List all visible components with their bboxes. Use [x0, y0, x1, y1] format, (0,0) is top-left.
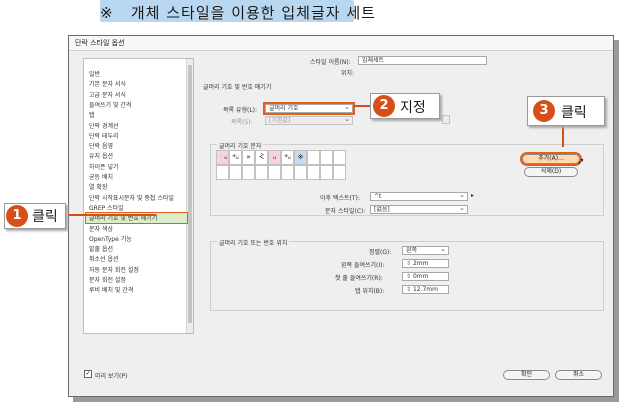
sidebar-item[interactable]: 열 확장 — [89, 182, 107, 192]
sidebar-item[interactable]: OpenType 기능 — [89, 234, 132, 244]
dialog-title: 단락 스타일 옵션 — [75, 39, 125, 47]
sidebar-item[interactable]: 들여쓰기 및 간격 — [89, 100, 131, 110]
category-scrollbar[interactable] — [186, 59, 193, 333]
section-title: 글머리 기호 및 번호 매기기 — [203, 84, 272, 91]
bullet-glyph-cell[interactable]: ᵤ — [268, 150, 281, 165]
callout2-number: 2 — [373, 95, 395, 117]
sidebar-item[interactable]: 단락 경계선 — [89, 121, 119, 131]
add-button[interactable]: 추가(A)... — [520, 152, 582, 166]
banner-text: ※ 개체 스타일을 이용한 입체글자 세트 — [100, 4, 376, 22]
after-text-input[interactable]: ^t — [370, 192, 468, 201]
callout1-number: 1 — [6, 205, 28, 227]
sidebar-item[interactable]: 밑줄 옵션 — [89, 244, 113, 254]
scroll-thumb[interactable] — [188, 65, 192, 323]
bullet-glyph-cell[interactable] — [255, 165, 268, 180]
sidebar-item[interactable]: 단락 시작표시문자 및 중첩 스타일 — [89, 193, 174, 203]
tab-pos-input[interactable]: ⇕ 12.7mm — [402, 285, 449, 294]
bullet-glyph-cell[interactable] — [333, 165, 346, 180]
sidebar-item[interactable]: 단락 음영 — [89, 141, 113, 151]
bullet-char-title: 글머리 기호 문자 — [217, 141, 264, 150]
sidebar-item[interactable]: 루비 배치 및 간격 — [89, 285, 133, 295]
sidebar-item[interactable]: 균등 배치 — [89, 172, 113, 182]
align-label: 정렬(G): — [369, 249, 392, 256]
sidebar-item[interactable]: 취소선 옵션 — [89, 254, 119, 264]
list-extra-field — [442, 115, 450, 124]
sidebar-item[interactable]: 유지 옵션 — [89, 151, 113, 161]
bullet-glyph-cell[interactable]: ᆞᵤ — [216, 150, 229, 165]
sidebar-item[interactable]: 고급 문자 서식 — [89, 90, 126, 100]
cancel-button[interactable]: 취소 — [555, 370, 602, 380]
sidebar-item[interactable]: 탭 — [89, 110, 95, 120]
char-style-dropdown[interactable]: [없음] — [370, 205, 468, 214]
tab-pos-value: 12.7mm — [412, 286, 438, 293]
after-text-label: 이후 텍스트(T): — [320, 195, 360, 202]
first-line-label: 첫 줄 들여쓰기(R): — [335, 275, 383, 282]
bullet-glyph-cell[interactable] — [281, 165, 294, 180]
list-label: 목록(S): — [231, 119, 253, 126]
style-name-label: 스타일 이름(N): — [310, 59, 351, 66]
dialog-titlebar: 단락 스타일 옵션 — [69, 36, 613, 51]
title-banner: ※ 개체 스타일을 이용한 입체글자 세트 — [100, 0, 376, 22]
bullet-glyph-cell[interactable] — [242, 165, 255, 180]
first-line-input[interactable]: ⇕ 0mm — [402, 272, 449, 281]
first-line-value: 0mm — [412, 273, 429, 280]
delete-button[interactable]: 삭제(D) — [524, 167, 578, 177]
list-dropdown[interactable]: [기본값] — [265, 116, 353, 125]
position-title: 글머리 기호 또는 번호 위치 — [217, 238, 290, 247]
callout3-connector — [562, 125, 564, 147]
bullet-glyph-cell[interactable] — [307, 150, 320, 165]
callout3-number: 3 — [533, 100, 555, 122]
bullet-glyph-cell[interactable] — [216, 165, 229, 180]
bullet-glyph-cell[interactable] — [320, 150, 333, 165]
sidebar-item[interactable]: 일반 — [89, 69, 100, 79]
callout1-connector — [68, 214, 156, 216]
bullet-glyph-cell[interactable] — [268, 165, 281, 180]
bullet-glyph-cell[interactable]: ※ — [294, 150, 307, 165]
bullet-glyph-cell[interactable] — [307, 165, 320, 180]
bullet-glyph-cell[interactable] — [294, 165, 307, 180]
location-label: 위치: — [341, 70, 355, 77]
bullet-glyph-cell[interactable]: » — [242, 150, 255, 165]
tab-pos-label: 탭 위치(B): — [355, 288, 385, 295]
sidebar-item[interactable]: 문자 회전 설정 — [89, 275, 126, 285]
sidebar-item[interactable]: 단락 테두리 — [89, 131, 119, 141]
char-style-label: 문자 스타일(C): — [325, 208, 366, 215]
preview-checkbox[interactable]: ✓ — [84, 370, 92, 378]
arrow-right-icon: ▸ — [471, 192, 475, 199]
left-indent-input[interactable]: ⇕ 2mm — [402, 259, 449, 268]
sidebar-item[interactable]: 문자 색상 — [89, 224, 113, 234]
preview-label: 미리 보기(P) — [95, 373, 128, 380]
sidebar-item[interactable]: GREP 스타일 — [89, 203, 124, 213]
callout1-text: 클릭 — [32, 209, 58, 225]
callout2-text: 지정 — [400, 100, 426, 116]
bullet-glyph-cell[interactable]: *ᵤ — [281, 150, 294, 165]
category-list[interactable]: 일반 기본 문자 서식 고급 문자 서식 들여쓰기 및 간격 탭 단락 경계선 단락 테두리… — [83, 58, 194, 334]
left-indent-label: 왼쪽 들여쓰기(I): — [341, 262, 385, 269]
sidebar-item[interactable]: 자동 문자 회전 설정 — [89, 265, 139, 275]
bullet-glyph-cell[interactable]: *ᵤ — [229, 150, 242, 165]
list-type-dropdown[interactable]: 글머리 기호 — [263, 102, 355, 115]
bullet-glyph-cell[interactable]: ᢵ — [255, 150, 268, 165]
list-type-label: 목록 유형(L): — [223, 107, 258, 114]
align-dropdown[interactable]: 왼쪽 — [402, 246, 449, 255]
left-indent-value: 2mm — [412, 260, 429, 267]
bullet-glyph-grid[interactable]: ᆞᵤ *ᵤ» ᢵ ᵤ *ᵤ ※ — [216, 150, 352, 182]
ok-button[interactable]: 확인 — [503, 370, 550, 380]
style-name-input[interactable]: 입체세트 — [358, 56, 487, 65]
bullet-glyph-cell[interactable] — [320, 165, 333, 180]
cursor-icon: ➚ — [577, 157, 585, 167]
sidebar-item[interactable]: 기본 문자 서식 — [89, 79, 126, 89]
bullet-glyph-cell[interactable] — [229, 165, 242, 180]
paragraph-style-dialog: 단락 스타일 옵션 일반 기본 문자 서식 고급 문자 서식 들여쓰기 및 간격 탭 단락… — [68, 35, 614, 397]
callout3-text: 클릭 — [561, 105, 587, 121]
sidebar-item[interactable]: 하이픈 넣기 — [89, 162, 119, 172]
bullet-glyph-cell[interactable] — [333, 150, 346, 165]
